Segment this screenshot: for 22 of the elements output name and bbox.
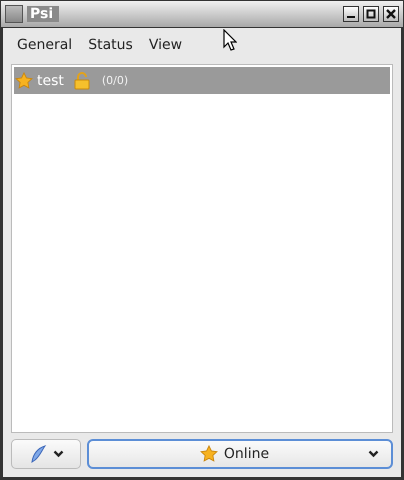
caret-icon [52,450,64,458]
window-title: Psi [27,6,60,22]
feather-icon [28,444,46,464]
window-icon [5,5,23,23]
minimize-icon [347,16,355,18]
contact-name: test [37,72,64,88]
minimize-button[interactable] [343,6,359,22]
contact-status: (0/0) [102,74,128,87]
padlock-icon [74,72,90,90]
status-dropdown[interactable]: Online [87,439,393,469]
menu-item[interactable]: General [9,34,80,56]
cursor-icon [223,29,237,51]
menu-item[interactable]: View [140,34,190,56]
close-button[interactable] [383,6,399,22]
maximize-button[interactable] [363,6,379,22]
star-icon [200,445,218,463]
star-icon [15,72,33,90]
menu-item[interactable]: Status [80,34,141,56]
maximize-icon [366,9,376,19]
caret-icon [368,450,379,458]
account-button[interactable] [11,439,81,469]
close-icon [386,9,396,19]
